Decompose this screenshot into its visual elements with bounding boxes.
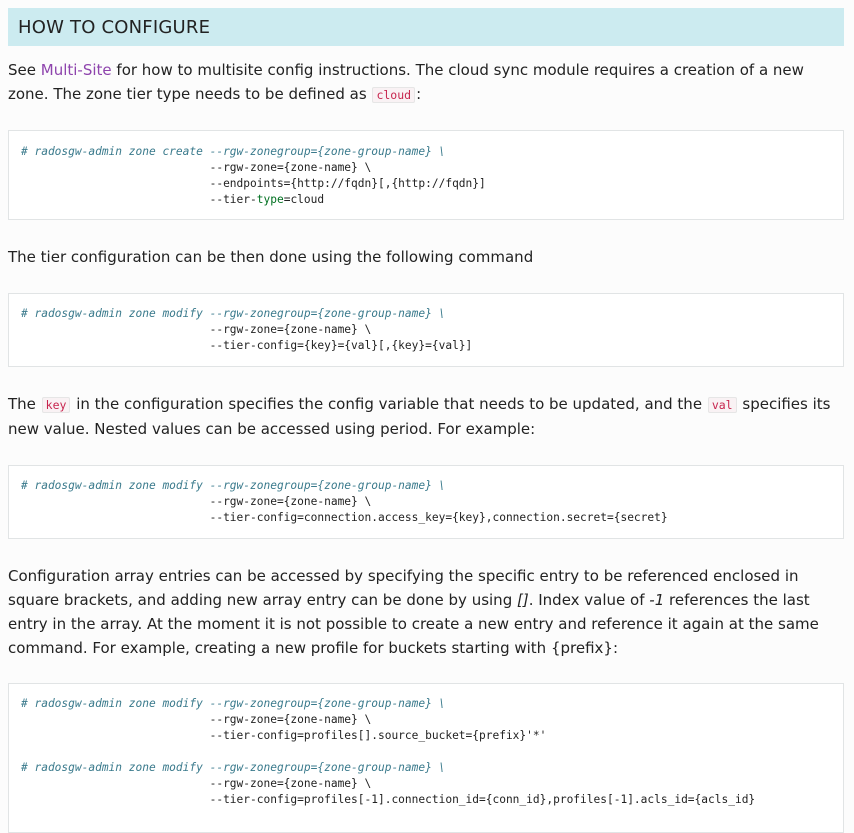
inline-code-key: key [41,397,71,413]
code-line: --tier-config=profiles[].source_bucket={… [21,729,547,742]
code-block-nested-values: # radosgw-admin zone modify --rgw-zonegr… [8,465,844,539]
code-comment: # radosgw-admin zone modify --rgw-zonegr… [21,307,446,320]
code-line: --rgw-zone={zone-name} \ [21,495,372,508]
inline-code-cloud: cloud [372,87,416,103]
code-keyword: type [256,193,284,206]
array-entries-paragraph: Configuration array entries can be acces… [8,564,846,660]
intro-text-end: : [416,85,422,103]
document-page: HOW TO CONFIGURE See Multi-Site for how … [0,0,854,833]
tier-config-paragraph: The tier configuration can be then done … [8,248,534,266]
code-line: --rgw-zone={zone-name} \ [21,777,372,790]
code-comment: # radosgw-admin zone modify --rgw-zonegr… [21,697,446,710]
intro-paragraph: See Multi-Site for how to multisite conf… [8,58,846,107]
code-line: --tier-config=connection.access_key={key… [21,511,668,524]
code-comment: # radosgw-admin zone modify --rgw-zonegr… [21,761,446,774]
code-block-tier-config: # radosgw-admin zone modify --rgw-zonegr… [8,293,844,367]
multi-site-link[interactable]: Multi-Site [41,61,112,79]
para-text: The [8,395,41,413]
code-line: --rgw-zone={zone-name} \ [21,713,372,726]
code-line: --tier-config={key}={val}[,{key}={val}] [21,339,473,352]
code-line: --tier- [21,193,257,206]
code-line: --rgw-zone={zone-name} \ [21,161,372,174]
code-line: --tier-config=profiles[-1].connection_id… [21,793,756,806]
code-line: =cloud [283,193,325,206]
section-heading: HOW TO CONFIGURE [8,8,844,46]
code-comment: # radosgw-admin zone modify --rgw-zonegr… [21,479,446,492]
code-line: --endpoints={http://fqdn}[,{http://fqdn}… [21,177,486,190]
intro-text-see: See [8,61,41,79]
emphasis-minus-one: -1 [649,591,665,609]
code-line: --rgw-zone={zone-name} \ [21,323,372,336]
key-val-paragraph: The key in the configuration specifies t… [8,392,846,441]
code-comment: # radosgw-admin zone create --rgw-zonegr… [21,145,446,158]
code-block-array-profiles: # radosgw-admin zone modify --rgw-zonegr… [8,683,844,833]
para-text: in the configuration specifies the confi… [71,395,707,413]
code-block-zone-create: # radosgw-admin zone create --rgw-zonegr… [8,130,844,220]
emphasis-empty-brackets: [] [516,591,529,609]
para-text: . Index value of [528,591,650,609]
inline-code-val: val [707,397,737,413]
